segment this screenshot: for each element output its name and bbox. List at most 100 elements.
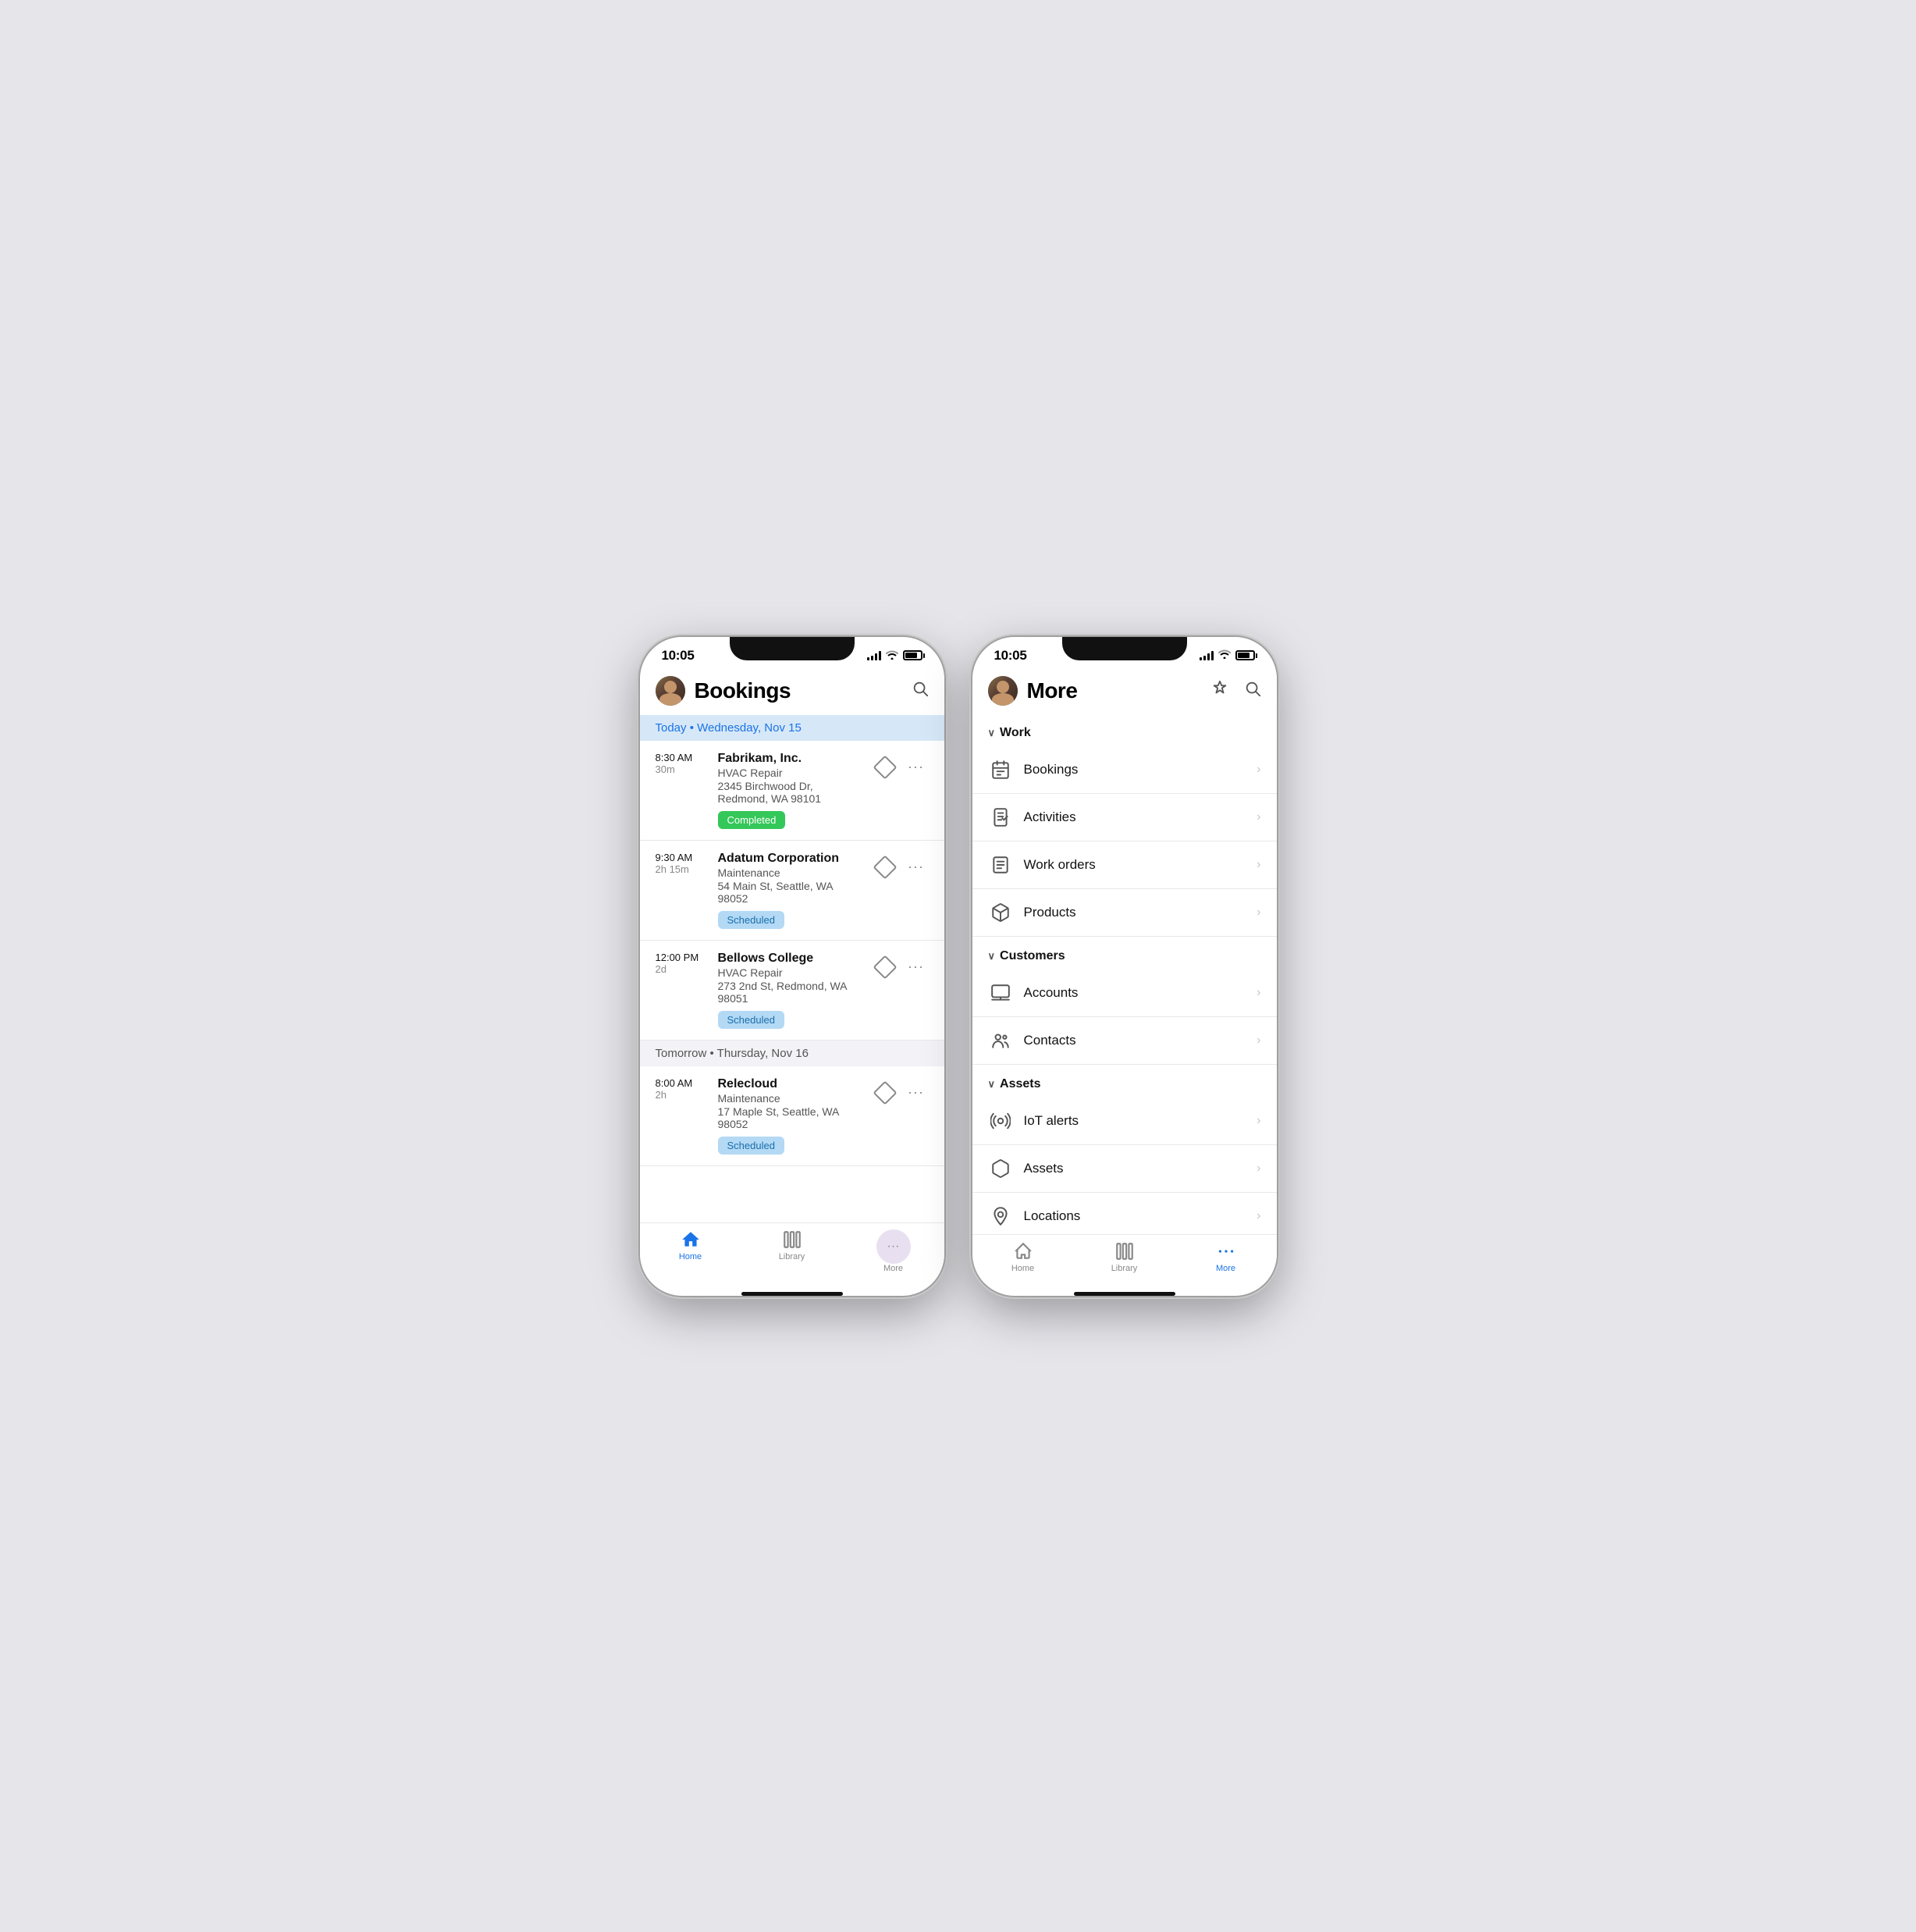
booking-time-bellows: 12:00 PM 2d	[656, 952, 718, 975]
more-button-adatum[interactable]: ···	[904, 855, 929, 880]
section-label-assets[interactable]: ∨ Assets	[972, 1065, 1277, 1098]
menu-item-bookings[interactable]: Bookings ›	[972, 746, 1277, 794]
status-badge-adatum: Scheduled	[718, 911, 784, 929]
library-icon-left	[782, 1229, 802, 1250]
pin-icon[interactable]	[1211, 680, 1228, 702]
nav-button-relecloud[interactable]	[873, 1080, 898, 1105]
bookings-icon	[988, 757, 1013, 782]
menu-item-locations[interactable]: Locations ›	[972, 1193, 1277, 1234]
more-button-fabrikam[interactable]: ···	[904, 755, 929, 780]
contacts-icon	[988, 1028, 1013, 1053]
right-phone: 10:05 More	[972, 637, 1277, 1296]
iot-alerts-icon	[988, 1108, 1013, 1133]
menu-item-contacts[interactable]: Contacts ›	[972, 1017, 1277, 1065]
search-icon-left[interactable]	[912, 680, 929, 702]
more-tab-icon	[1216, 1241, 1236, 1261]
notch	[730, 637, 855, 660]
menu-item-activities[interactable]: Activities ›	[972, 794, 1277, 841]
booking-item-adatum[interactable]: 9:30 AM 2h 15m Adatum Corporation Mainte…	[640, 841, 944, 941]
booking-time-relecloud: 8:00 AM 2h	[656, 1077, 718, 1101]
bookings-content: Today • Wednesday, Nov 15 8:30 AM 30m Fa…	[640, 715, 944, 1222]
booking-details-relecloud: Relecloud Maintenance 17 Maple St, Seatt…	[718, 1077, 866, 1155]
left-phone: 10:05 Bookings	[640, 637, 944, 1296]
products-icon	[988, 900, 1013, 925]
tab-home-right[interactable]: Home	[972, 1241, 1074, 1273]
status-time-right: 10:05	[994, 648, 1027, 664]
notch-right	[1062, 637, 1187, 660]
booking-actions-fabrikam: ···	[873, 752, 929, 780]
section-chevron-assets: ∨	[988, 1078, 996, 1091]
more-button-bellows[interactable]: ···	[904, 955, 929, 980]
menu-item-assets[interactable]: Assets ›	[972, 1145, 1277, 1193]
menu-label-products: Products	[1024, 905, 1257, 920]
menu-label-locations: Locations	[1024, 1208, 1257, 1224]
library-icon-right	[1114, 1241, 1135, 1261]
more-content: ∨ Work Bookings ›	[972, 713, 1277, 1234]
tab-label-library-left: Library	[779, 1252, 805, 1261]
booking-item-relecloud[interactable]: 8:00 AM 2h Relecloud Maintenance 17 Mapl…	[640, 1066, 944, 1166]
bookings-title: Bookings	[695, 678, 912, 703]
tab-home-left[interactable]: Home	[640, 1229, 741, 1273]
wifi-icon-right	[1218, 649, 1231, 663]
menu-chevron-products: ›	[1257, 906, 1260, 920]
tab-library-left[interactable]: Library	[741, 1229, 843, 1273]
menu-chevron-bookings: ›	[1257, 763, 1260, 777]
menu-label-activities: Activities	[1024, 809, 1257, 825]
menu-item-workorders[interactable]: Work orders ›	[972, 841, 1277, 889]
status-icons-right	[1200, 649, 1255, 663]
menu-item-accounts[interactable]: Accounts ›	[972, 970, 1277, 1017]
menu-chevron-workorders: ›	[1257, 858, 1260, 872]
menu-chevron-contacts: ›	[1257, 1034, 1260, 1048]
status-badge-bellows: Scheduled	[718, 1011, 784, 1029]
activities-icon	[988, 805, 1013, 830]
more-circle-icon: ···	[876, 1229, 911, 1264]
nav-button-adatum[interactable]	[873, 855, 898, 880]
avatar-left[interactable]	[656, 676, 685, 706]
more-header-icons	[1211, 680, 1261, 702]
home-icon-right	[1013, 1241, 1033, 1261]
section-label-customers[interactable]: ∨ Customers	[972, 937, 1277, 970]
tomorrow-header: Tomorrow • Thursday, Nov 16	[640, 1041, 944, 1066]
menu-label-contacts: Contacts	[1024, 1033, 1257, 1048]
booking-item-bellows[interactable]: 12:00 PM 2d Bellows College HVAC Repair …	[640, 941, 944, 1041]
section-customers: ∨ Customers Accounts ›	[972, 937, 1277, 1065]
booking-details-fabrikam: Fabrikam, Inc. HVAC Repair 2345 Birchwoo…	[718, 752, 866, 829]
wifi-icon-left	[886, 649, 898, 662]
tab-label-home-left: Home	[679, 1252, 702, 1261]
assets-icon	[988, 1156, 1013, 1181]
locations-icon	[988, 1204, 1013, 1229]
tab-label-more-left: More	[883, 1264, 903, 1273]
menu-item-iot-alerts[interactable]: IoT alerts ›	[972, 1098, 1277, 1145]
tab-bar-left: Home Library ··· More	[640, 1222, 944, 1289]
status-icons-left	[867, 649, 922, 662]
tab-more-left[interactable]: ··· More	[843, 1229, 944, 1273]
nav-button-fabrikam[interactable]	[873, 755, 898, 780]
status-time-left: 10:05	[662, 648, 695, 664]
tab-more-right[interactable]: More	[1175, 1241, 1277, 1273]
bookings-header: Bookings	[640, 670, 944, 715]
menu-label-workorders: Work orders	[1024, 857, 1257, 873]
menu-item-products[interactable]: Products ›	[972, 889, 1277, 937]
booking-item-fabrikam[interactable]: 8:30 AM 30m Fabrikam, Inc. HVAC Repair 2…	[640, 741, 944, 841]
workorders-icon	[988, 852, 1013, 877]
section-assets: ∨ Assets IoT alerts ›	[972, 1065, 1277, 1234]
nav-button-bellows[interactable]	[873, 955, 898, 980]
battery-icon-left	[903, 650, 922, 660]
section-label-work[interactable]: ∨ Work	[972, 713, 1277, 746]
tab-library-right[interactable]: Library	[1074, 1241, 1175, 1273]
booking-actions-relecloud: ···	[873, 1077, 929, 1105]
menu-label-assets: Assets	[1024, 1161, 1257, 1176]
signal-bars-left	[867, 650, 881, 660]
today-header: Today • Wednesday, Nov 15	[640, 715, 944, 741]
menu-label-accounts: Accounts	[1024, 985, 1257, 1001]
header-actions-left	[912, 680, 929, 702]
home-icon-left	[681, 1229, 701, 1250]
battery-icon-right	[1235, 650, 1255, 660]
search-icon-right[interactable]	[1244, 680, 1261, 702]
menu-chevron-assets: ›	[1257, 1162, 1260, 1176]
menu-label-iot-alerts: IoT alerts	[1024, 1113, 1257, 1129]
more-title: More	[1027, 678, 1211, 703]
signal-bars-right	[1200, 650, 1214, 660]
more-button-relecloud[interactable]: ···	[904, 1080, 929, 1105]
avatar-right[interactable]	[988, 676, 1018, 706]
